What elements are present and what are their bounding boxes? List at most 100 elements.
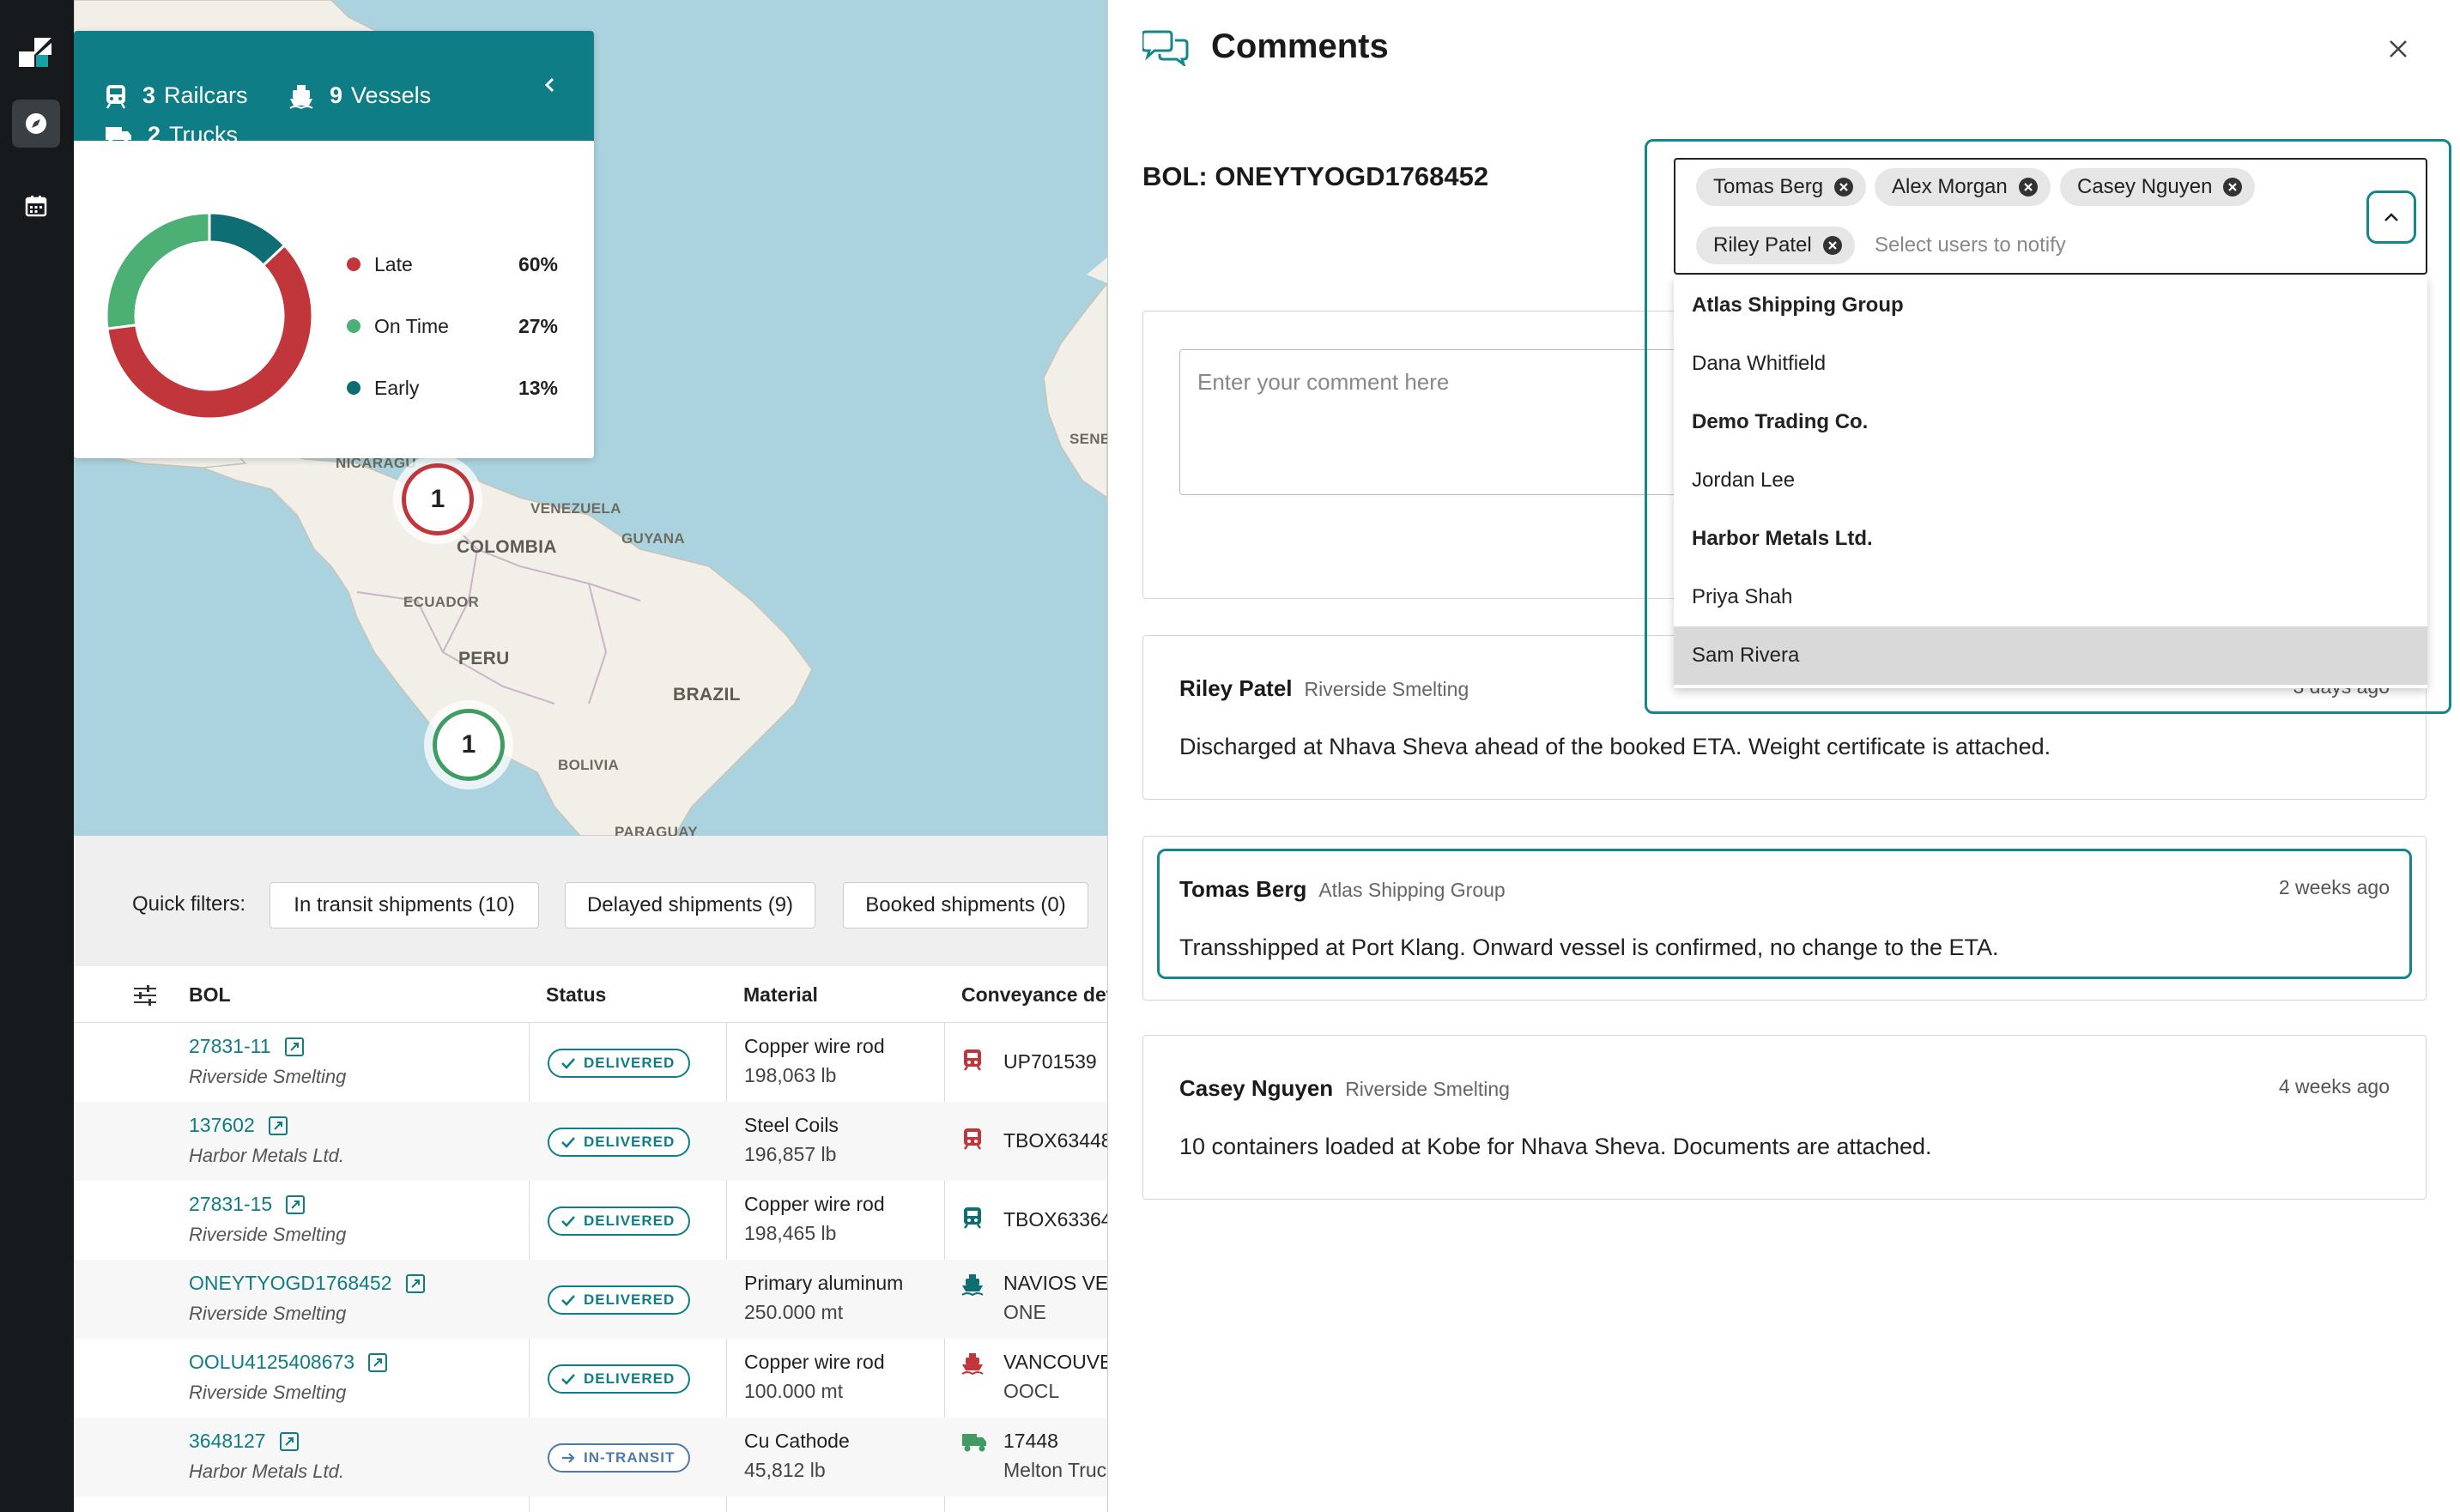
remove-tag-icon[interactable]	[2222, 177, 2243, 197]
material-name: Primary aluminum	[744, 1272, 904, 1294]
table-row[interactable]: 137602 Harbor Metals Ltd. DELIVERED Stee…	[74, 1102, 1107, 1181]
legend-on-time[interactable]: On Time 27%	[347, 295, 589, 357]
conveyance-name: NAVIOS VE	[1003, 1272, 1107, 1294]
filter-delayed[interactable]: Delayed shipments (9)	[565, 882, 815, 928]
donut-slice-early[interactable]	[208, 211, 287, 268]
open-external-icon[interactable]	[284, 1194, 306, 1216]
chevron-left-icon[interactable]	[537, 72, 563, 98]
quick-filters-label: Quick filters:	[132, 892, 246, 916]
table-row[interactable]: 3648127 Harbor Metals Ltd. IN-TRANSIT Cu…	[74, 1418, 1107, 1497]
remove-tag-icon[interactable]	[1833, 177, 1854, 197]
status-badge: DELIVERED	[548, 1128, 691, 1157]
column-conveyance[interactable]: Conveyance det	[944, 966, 1107, 1023]
notify-search-input[interactable]: Select users to notify	[1875, 233, 2066, 257]
filter-in-transit[interactable]: In transit shipments (10)	[270, 882, 539, 928]
selected-user-tag[interactable]: Riley Patel	[1696, 227, 1855, 264]
option-group: Demo Trading Co.	[1692, 410, 1869, 433]
remove-tag-icon[interactable]	[1822, 235, 1843, 256]
material-name: Copper wire rod	[744, 1193, 885, 1215]
truck-icon	[962, 1434, 986, 1452]
comment-org: Riverside Smelting	[1304, 678, 1469, 700]
status-donut-chart	[105, 211, 314, 420]
compass-icon	[26, 113, 46, 134]
map-cluster-late[interactable]: 1	[393, 455, 482, 544]
panel-title-text: Comments	[1211, 27, 1389, 65]
bol-link[interactable]: OOLU4125408673	[189, 1351, 389, 1374]
status-badge: DELIVERED	[548, 1207, 691, 1236]
column-bol[interactable]: BOL	[172, 966, 231, 1023]
option-user-hovered[interactable]: Sam Rivera	[1674, 626, 2427, 685]
notify-options-list: Atlas Shipping Group Dana Whitfield Demo…	[1674, 276, 2427, 688]
nav-calendar-button[interactable]	[12, 182, 60, 230]
material-qty: 198,465 lb	[744, 1222, 837, 1244]
donut-slice-on-time[interactable]	[105, 211, 211, 330]
map-label-guyana: GUYANA	[621, 530, 685, 547]
truck-icon	[106, 126, 131, 145]
map-label-brazil: BRAZIL	[673, 685, 741, 705]
legend-pct: 60%	[518, 252, 558, 275]
table-header: BOL Status Material Conveyance det	[74, 966, 1107, 1023]
filter-booked[interactable]: Booked shipments (0)	[843, 882, 1088, 928]
close-icon[interactable]	[2385, 36, 2411, 62]
shipments-table: 27831-11 Riverside Smelting DELIVERED Co…	[74, 966, 1107, 1512]
selected-user-tag[interactable]: Casey Nguyen	[2060, 168, 2256, 206]
trucks-count[interactable]: 2 Trucks	[105, 122, 238, 148]
map-label-peru: PERU	[458, 649, 510, 668]
status-badge: DELIVERED	[548, 1364, 691, 1394]
railcars-count[interactable]: 3 Railcars	[105, 82, 248, 109]
table-row[interactable]: OOLU4125408673 Riverside Smelting DELIVE…	[74, 1339, 1107, 1418]
railcars-number: 3	[142, 82, 156, 108]
column-material[interactable]: Material	[726, 966, 818, 1023]
on-time-dot	[347, 319, 361, 333]
shipment-summary-card: 3 Railcars 9 Vessels 2 Trucks Late 60% O…	[74, 31, 594, 458]
nav-explore-button[interactable]	[12, 100, 60, 148]
comment-org: Atlas Shipping Group	[1318, 879, 1506, 901]
bol-link[interactable]: 137602	[189, 1114, 289, 1137]
selected-user-tag[interactable]: Tomas Berg	[1696, 168, 1867, 206]
railcar-icon	[964, 1049, 981, 1071]
option-user[interactable]: Priya Shah	[1674, 568, 2427, 626]
legend-early[interactable]: Early 13%	[347, 357, 589, 419]
column-status[interactable]: Status	[529, 966, 606, 1023]
table-row[interactable]: ONEYTYOGD1768452 Riverside Smelting DELI…	[74, 1260, 1107, 1339]
check-icon	[561, 1374, 575, 1385]
open-external-icon[interactable]	[267, 1115, 289, 1137]
conveyance-name: 17448	[1003, 1430, 1058, 1452]
material-name: Copper wire rod	[744, 1351, 885, 1373]
bol-link[interactable]: 27831-11	[189, 1035, 306, 1058]
option-group: Harbor Metals Ltd.	[1692, 527, 1873, 550]
vessels-count[interactable]: 9 Vessels	[288, 82, 431, 109]
comment-time: 4 weeks ago	[2278, 1075, 2390, 1098]
selected-user-tag[interactable]: Alex Morgan	[1875, 168, 2051, 206]
option-user[interactable]: Jordan Lee	[1674, 451, 2427, 510]
material-qty: 250.000 mt	[744, 1301, 844, 1323]
vessels-number: 9	[330, 82, 343, 108]
railcar-icon	[964, 1207, 981, 1229]
option-user[interactable]: Dana Whitfield	[1674, 335, 2427, 393]
open-external-icon[interactable]	[278, 1430, 300, 1453]
legend-label: Early	[374, 376, 420, 399]
bol-link[interactable]: ONEYTYOGD1768452	[189, 1272, 427, 1295]
map-cluster-on-time[interactable]: 1	[424, 700, 513, 789]
table-row[interactable]: 27831-11 Riverside Smelting DELIVERED Co…	[74, 1023, 1107, 1102]
column-settings-icon[interactable]	[132, 983, 158, 1007]
open-external-icon[interactable]	[367, 1352, 389, 1374]
table-row[interactable]: 27831-15 Riverside Smelting DELIVERED Co…	[74, 1181, 1107, 1260]
bol-link[interactable]: 3648127	[189, 1430, 300, 1453]
remove-tag-icon[interactable]	[2018, 177, 2039, 197]
open-external-icon[interactable]	[404, 1273, 427, 1295]
calendar-icon	[25, 196, 47, 217]
shipper-name: Riverside Smelting	[189, 1303, 347, 1324]
carrier-name: OOCL	[1003, 1380, 1060, 1402]
comment-org: Riverside Smelting	[1345, 1078, 1510, 1100]
carrier-name: ONE	[1003, 1301, 1046, 1323]
open-external-icon[interactable]	[283, 1036, 306, 1058]
comment-card-highlighted: Tomas Berg Atlas Shipping Group 2 weeks a…	[1142, 836, 2427, 1001]
legend-late[interactable]: Late 60%	[347, 233, 589, 295]
status-badge: DELIVERED	[548, 1285, 691, 1315]
legend-pct: 13%	[518, 376, 558, 399]
trucks-number: 2	[148, 122, 161, 148]
bol-link[interactable]: 27831-15	[189, 1193, 306, 1216]
app-logo	[19, 38, 52, 67]
notify-toggle-button[interactable]	[2366, 191, 2416, 244]
